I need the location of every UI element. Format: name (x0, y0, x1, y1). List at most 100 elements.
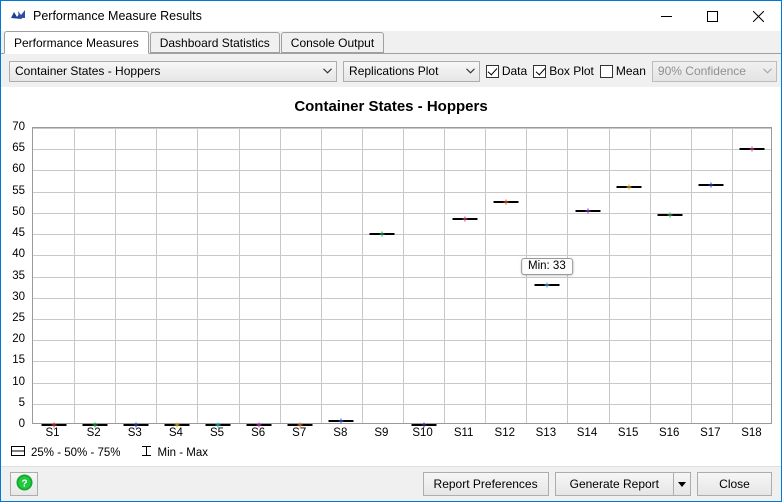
gridline-vertical (74, 128, 76, 423)
measure-select-value: Container States - Hoppers (15, 64, 161, 78)
gridline-vertical (238, 128, 240, 423)
gridline-vertical (279, 128, 281, 423)
plot-type-select[interactable]: Replications Plot (343, 60, 480, 82)
tab-label: Console Output (290, 36, 375, 50)
chart-toolbar: Container States - Hoppers Replications … (1, 54, 781, 87)
y-axis-tick-label: 0 (18, 418, 25, 430)
chevron-down-icon (319, 68, 336, 74)
y-axis-tick-label: 50 (12, 205, 25, 218)
gridline-vertical (320, 128, 322, 423)
legend-item-quartiles: 25% - 50% - 75% (11, 445, 121, 460)
chart-panel: Container States - Hoppers Min: 33 0 5 10 1… (1, 87, 781, 466)
gridline-horizontal (33, 340, 771, 342)
data-point-marker[interactable] (667, 212, 673, 218)
gridline-horizontal (33, 234, 771, 236)
report-preferences-button[interactable]: Report Preferences (422, 472, 549, 496)
gridline-horizontal (33, 255, 771, 257)
window-controls (643, 1, 781, 31)
box-plot-checkbox[interactable]: Box Plot (533, 64, 594, 78)
data-checkbox-label: Data (501, 64, 528, 78)
x-axis-tick-label: S18 (741, 427, 762, 439)
chart-legend: 25% - 50% - 75% Min - Max (11, 445, 208, 460)
y-axis-tick-label: 70 (12, 121, 25, 133)
quartile-box-icon (11, 445, 25, 460)
generate-report-label: Generate Report (569, 477, 659, 491)
data-point-marker[interactable] (585, 208, 591, 214)
y-axis-tick-label: 65 (12, 142, 25, 155)
title-bar: Performance Measure Results (1, 1, 781, 31)
generate-report-split-button[interactable]: Generate Report (554, 472, 691, 496)
tab-console-output[interactable]: Console Output (280, 32, 385, 53)
checkbox-box[interactable] (485, 64, 499, 78)
gridline-vertical (649, 128, 651, 423)
gridline-horizontal (33, 191, 771, 193)
close-dialog-button[interactable]: Close (697, 472, 772, 496)
legend-item-min-max: Min - Max (141, 445, 208, 460)
data-point-marker[interactable] (462, 216, 468, 222)
help-button[interactable]: ? (10, 472, 38, 496)
gridline-vertical (526, 128, 528, 423)
gridline-vertical (197, 128, 199, 423)
performance-measure-results-window: Performance Measure Results Performance … (0, 0, 782, 502)
minimize-button[interactable] (643, 1, 689, 31)
data-point-marker[interactable] (544, 282, 550, 288)
help-question-icon: ? (16, 474, 33, 494)
gridline-vertical (690, 128, 692, 423)
maximize-button[interactable] (689, 1, 735, 31)
legend-label: 25% - 50% - 75% (31, 446, 121, 459)
y-axis-tick-label: 45 (12, 227, 25, 240)
legend-label: Min - Max (157, 446, 208, 459)
y-axis-tick-label: 25 (12, 311, 25, 324)
gridline-horizontal (33, 382, 771, 384)
plot-type-select-value: Replications Plot (349, 64, 439, 78)
plot-area[interactable]: Min: 33 (32, 127, 772, 428)
checkbox-box[interactable] (599, 64, 613, 78)
data-point-tooltip: Min: 33 (521, 257, 573, 275)
chevron-down-icon (462, 68, 479, 74)
data-point-marker[interactable] (626, 184, 632, 190)
y-axis-tick-label: 20 (12, 333, 25, 346)
gridline-vertical (444, 128, 446, 423)
data-point-marker[interactable] (749, 146, 755, 152)
data-checkbox[interactable]: Data (485, 64, 528, 78)
checkbox-box[interactable] (533, 64, 547, 78)
data-point-marker[interactable] (708, 182, 714, 188)
data-point-marker[interactable] (503, 199, 509, 205)
gridline-vertical (731, 128, 733, 423)
box-plot-checkbox-label: Box Plot (549, 64, 594, 78)
mean-checkbox[interactable]: Mean (599, 64, 646, 78)
gridline-vertical (115, 128, 117, 423)
tab-label: Dashboard Statistics (159, 36, 270, 50)
y-axis-tick-label: 10 (12, 375, 25, 388)
data-point-marker[interactable] (338, 418, 344, 424)
gridline-vertical (403, 128, 404, 423)
tab-performance-measures[interactable]: Performance Measures (4, 31, 149, 54)
y-axis-tick-label: 35 (12, 269, 25, 282)
report-preferences-label: Report Preferences (433, 477, 538, 491)
chart-title: Container States - Hoppers (294, 98, 488, 115)
gridline-vertical (485, 128, 487, 423)
confidence-select: 90% Confidence (651, 60, 777, 82)
gridline-horizontal (33, 149, 771, 151)
data-point-marker[interactable] (379, 231, 385, 237)
chevron-down-icon (759, 68, 776, 74)
gridline-vertical (361, 128, 363, 423)
y-axis-tick-label: 30 (12, 290, 25, 303)
gridline-vertical (567, 128, 569, 423)
chart-app-icon (10, 8, 26, 24)
close-button[interactable] (735, 1, 781, 31)
gridline-vertical (156, 128, 158, 423)
gridline-horizontal (33, 170, 771, 172)
gridline-horizontal (33, 297, 771, 299)
y-axis-tick-label: 15 (12, 354, 25, 367)
caret-down-icon (678, 480, 686, 489)
generate-report-button[interactable]: Generate Report (554, 472, 673, 496)
y-axis-tick-label: 5 (18, 396, 25, 409)
tab-dashboard-statistics[interactable]: Dashboard Statistics (149, 32, 280, 53)
min-max-whisker-icon (141, 445, 152, 460)
measure-select[interactable]: Container States - Hoppers (9, 60, 338, 82)
confidence-select-value: 90% Confidence (657, 64, 746, 78)
generate-report-dropdown-button[interactable] (673, 472, 691, 496)
gridline-horizontal (33, 318, 771, 320)
gridline-horizontal (33, 361, 771, 363)
